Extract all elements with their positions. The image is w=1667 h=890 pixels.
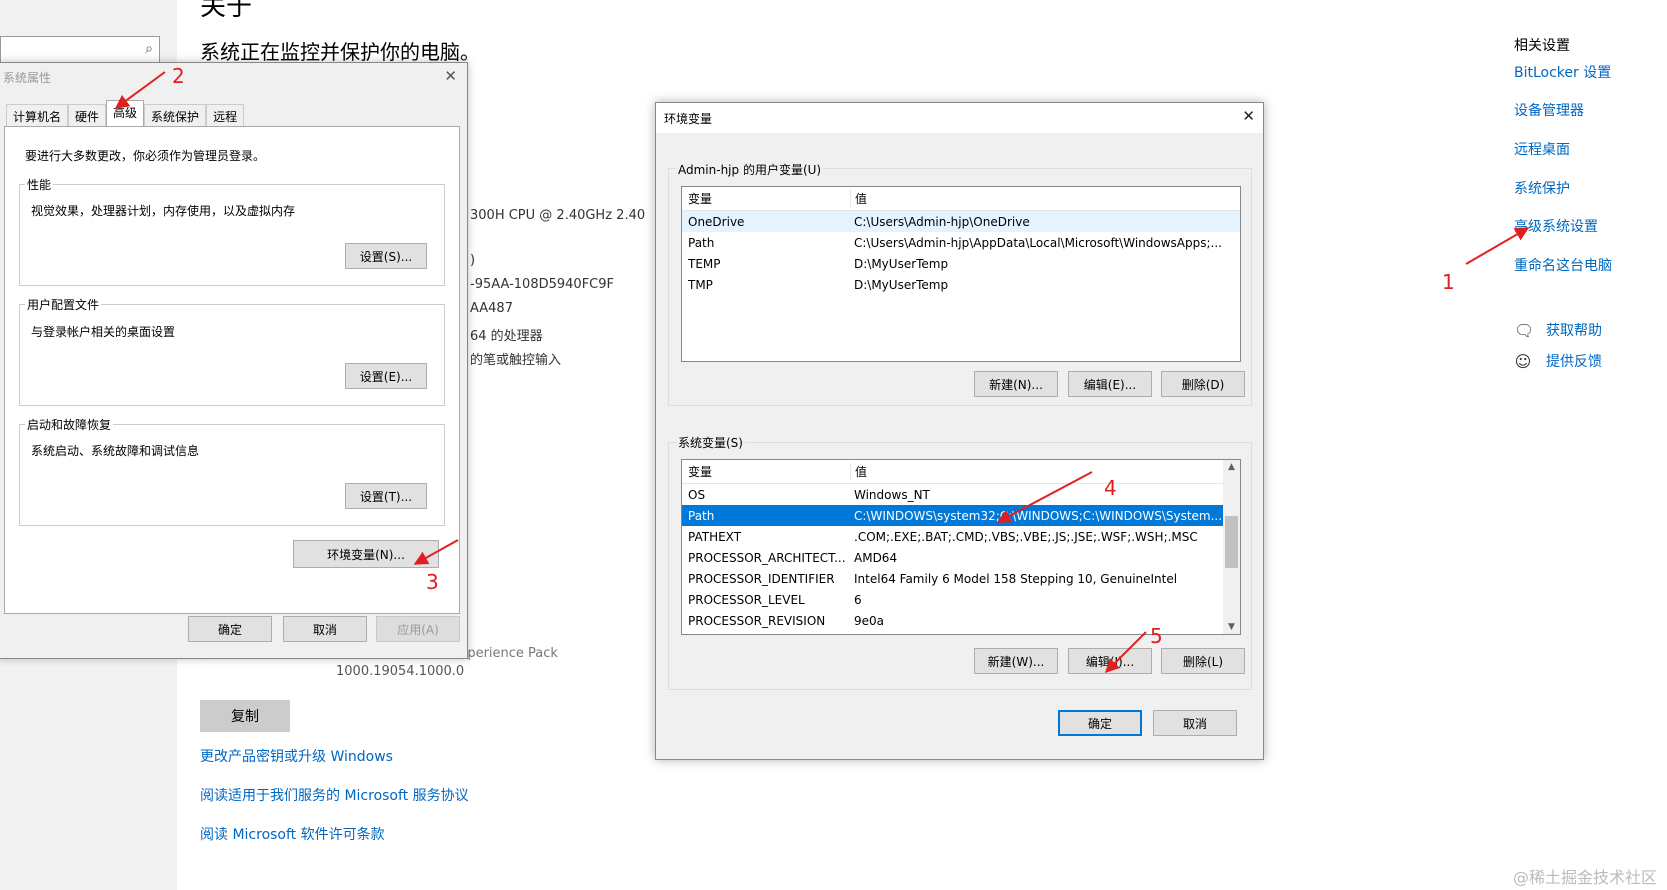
annotation-arrow-3	[413, 539, 459, 565]
annotation-label-5: 5	[1150, 624, 1163, 648]
annotation-arrow-1	[1465, 227, 1530, 265]
annotation-label-3: 3	[426, 570, 439, 594]
annotation-label-4: 4	[1104, 476, 1117, 500]
annotation-arrow-4	[996, 471, 1093, 523]
annotation-arrow-2	[114, 71, 166, 109]
annotation-arrows	[114, 71, 1530, 673]
annotation-label-1: 1	[1442, 270, 1455, 294]
annotation-arrow-5	[1105, 631, 1147, 673]
watermark: @稀土掘金技术社区	[1512, 868, 1657, 887]
annotation-label-2: 2	[172, 64, 185, 88]
